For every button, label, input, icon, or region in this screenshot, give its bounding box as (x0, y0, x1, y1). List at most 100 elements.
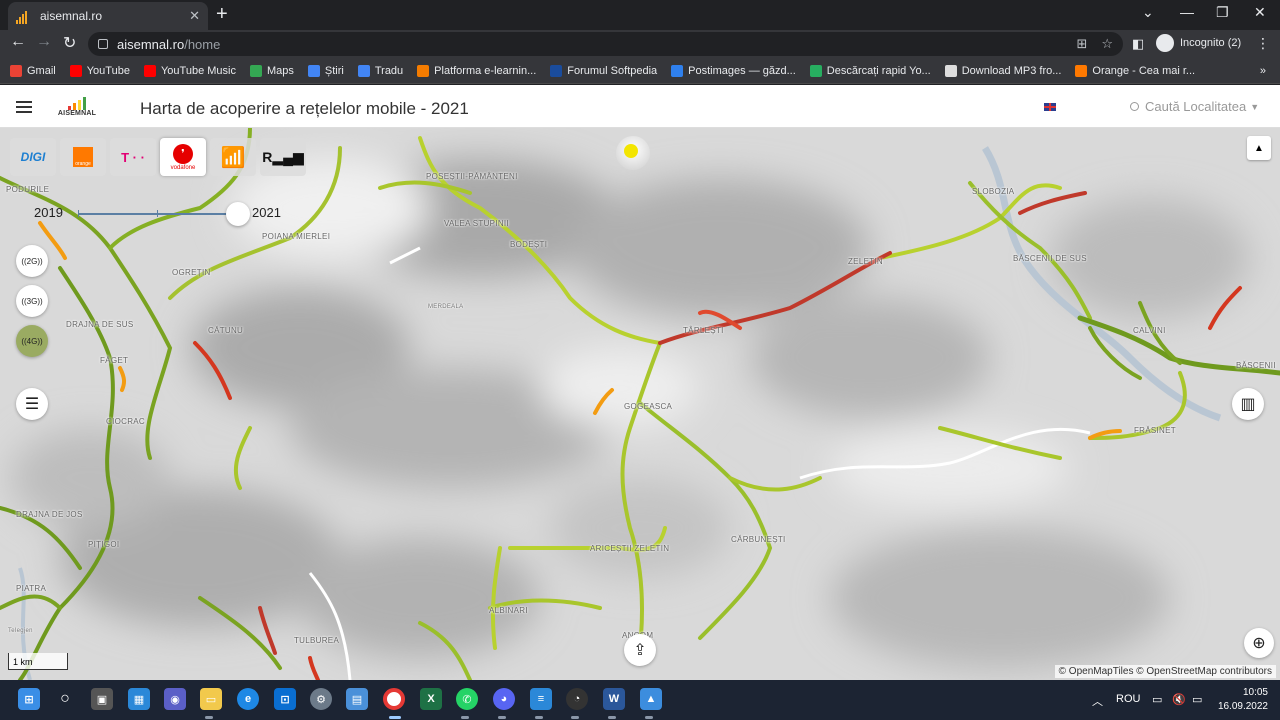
bookmark-label: YouTube Music (160, 64, 236, 77)
network-icon[interactable]: ▭ (1152, 693, 1162, 706)
tab-title: aisemnal.ro (40, 9, 103, 23)
excel-icon[interactable]: X (420, 688, 442, 710)
maximize-icon[interactable]: ❐ (1216, 4, 1229, 21)
geolocate-button[interactable]: ⊕ (1244, 628, 1274, 658)
bookmark-item[interactable]: Tradu (357, 64, 403, 77)
browser-tab[interactable]: aisemnal.ro ✕ (8, 2, 208, 30)
bookmark-item[interactable]: Știri (307, 64, 344, 77)
bookmark-item[interactable]: Descărcați rapid Yo... (809, 64, 931, 77)
bookmarks-overflow-icon[interactable]: » (1260, 65, 1266, 77)
place-label: ZELETIN (848, 257, 883, 266)
reload-icon[interactable]: ↻ (63, 33, 76, 53)
signal-strength-layer-button[interactable]: R▂▄▆ (260, 138, 306, 176)
input-language[interactable]: ROU (1116, 693, 1140, 705)
address-bar[interactable]: aisemnal.ro/home ⊞ ☆ (88, 32, 1123, 56)
clock-date: 16.09.2022 (1217, 701, 1268, 712)
browser-tab-bar: aisemnal.ro ✕ + ⌄ — ❐ ✕ (0, 0, 1280, 30)
operator-telekom-button[interactable]: T · · (110, 138, 156, 176)
operator-vodafone-button[interactable]: ❜ vodafone (160, 138, 206, 176)
bookmark-item[interactable]: YouTube Music (143, 64, 236, 77)
logo-text: AISEMNAL (57, 110, 97, 117)
close-tab-icon[interactable]: ✕ (189, 8, 200, 24)
running-indicator (461, 716, 469, 719)
bookmark-item[interactable]: Postimages — găzd... (671, 64, 796, 77)
new-tab-icon[interactable]: + (216, 4, 228, 24)
bookmark-item[interactable]: YouTube (69, 64, 130, 77)
search-taskbar-icon[interactable]: ○ (54, 688, 76, 710)
bookmark-item[interactable]: Platforma e-learnin... (417, 64, 536, 77)
forward-icon[interactable]: → (36, 33, 52, 51)
settings-gear-icon[interactable]: ⚙ (310, 688, 332, 710)
map-attribution[interactable]: © OpenMapTiles © OpenStreetMap contribut… (1054, 665, 1276, 678)
place-label: BĂSCENII DE SUS (1013, 254, 1087, 263)
place-label: ALBINARI (489, 606, 528, 615)
edge-icon[interactable]: e (237, 688, 259, 710)
coverage-map[interactable]: PODURILE POSEȘTII-PĂMÂNTENI VALEA STUPINII… (0, 128, 1280, 680)
year-tick (157, 210, 158, 217)
operator-orange-button[interactable]: orange (60, 138, 106, 176)
tab-search-icon[interactable]: ⌄ (1142, 4, 1154, 21)
chrome-icon[interactable] (383, 688, 405, 710)
legend-list-button[interactable]: ☰ (16, 388, 48, 420)
notepad-icon[interactable]: ≡ (530, 688, 552, 710)
incognito-indicator[interactable]: Incognito (2) (1156, 34, 1241, 52)
discord-icon[interactable]: ◕ (493, 688, 515, 710)
store-icon[interactable]: ⊡ (274, 688, 296, 710)
widgets-icon[interactable]: ▦ (128, 688, 150, 710)
basemap-toggle-button[interactable]: ▥ (1232, 388, 1264, 420)
photos-icon[interactable]: ▲ (640, 688, 662, 710)
aisemnal-logo[interactable]: AISEMNAL (56, 96, 98, 117)
year-tick (78, 210, 79, 217)
theme-toggle-button[interactable] (616, 136, 650, 170)
task-view-icon[interactable]: ▣ (91, 688, 113, 710)
search-icon (1130, 102, 1139, 111)
network-3g-button[interactable]: ((3G)) (16, 285, 48, 317)
control-panel-icon[interactable]: ▤ (346, 688, 368, 710)
bookmarks-bar: Gmail YouTube YouTube Music Maps Știri Tradu P… (0, 58, 1280, 84)
bookmark-label: Maps (266, 64, 294, 77)
tray-overflow-icon[interactable]: ︿ (1092, 693, 1103, 709)
teams-chat-icon[interactable]: ◉ (164, 688, 186, 710)
place-label: BĂSCENII (1236, 361, 1276, 370)
year-slider[interactable]: 2019 2021 (34, 202, 294, 226)
word-icon[interactable]: W (603, 688, 625, 710)
hamburger-menu-icon[interactable] (16, 101, 32, 116)
minimize-icon[interactable]: — (1180, 4, 1194, 20)
running-indicator (498, 716, 506, 719)
bookmark-item[interactable]: Maps (249, 64, 294, 77)
battery-icon[interactable]: ▭ (1192, 693, 1202, 706)
locality-search[interactable]: Caută Localitatea ▼ (1130, 99, 1259, 114)
network-2g-button[interactable]: ((2G)) (16, 245, 48, 277)
orange-icon (1075, 64, 1088, 77)
operator-digi-button[interactable]: DIGI (10, 138, 56, 176)
windows-start-icon[interactable]: ⊞ (18, 688, 40, 710)
file-explorer-icon[interactable]: ▭ (200, 688, 222, 710)
side-panel-icon[interactable]: ◧ (1132, 36, 1144, 52)
cell-tower-layer-button[interactable]: 📶 (210, 138, 256, 176)
network-4g-button[interactable]: ((4G)) (16, 325, 48, 357)
active-app-indicator (389, 716, 401, 719)
taskbar-clock[interactable]: 10:05 16.09.2022 (1214, 686, 1268, 714)
year-start-label: 2019 (34, 205, 63, 220)
browser-menu-icon[interactable]: ⋮ (1256, 35, 1270, 52)
close-window-icon[interactable]: ✕ (1254, 4, 1266, 21)
year-slider-handle[interactable] (226, 202, 250, 226)
bookmark-item[interactable]: Download MP3 fro... (944, 64, 1061, 77)
bookmark-star-icon[interactable]: ☆ (1101, 36, 1113, 52)
bookmark-label: Postimages — găzd... (688, 64, 796, 77)
bookmark-label: Gmail (27, 64, 56, 77)
signal-bars-logo-icon (56, 96, 98, 110)
whatsapp-icon[interactable]: ✆ (456, 688, 478, 710)
bookmark-item[interactable]: Forumul Softpedia (550, 64, 657, 77)
operator-telekom-label: T · · (121, 149, 145, 165)
translate-page-icon[interactable]: ⊞ (1076, 36, 1087, 52)
bookmark-item[interactable]: Gmail (10, 64, 56, 77)
volume-muted-icon[interactable]: 🔇 (1172, 693, 1186, 706)
share-button[interactable]: ⇪ (624, 634, 656, 666)
compass-reset-north-button[interactable]: ▲ (1247, 136, 1271, 160)
back-icon[interactable]: ← (10, 33, 26, 51)
place-label: CALVINI (1133, 326, 1166, 335)
speedometer-icon[interactable]: ◔ (566, 688, 588, 710)
bookmark-item[interactable]: Orange - Cea mai r... (1075, 64, 1195, 77)
english-flag-icon[interactable] (1044, 103, 1056, 111)
